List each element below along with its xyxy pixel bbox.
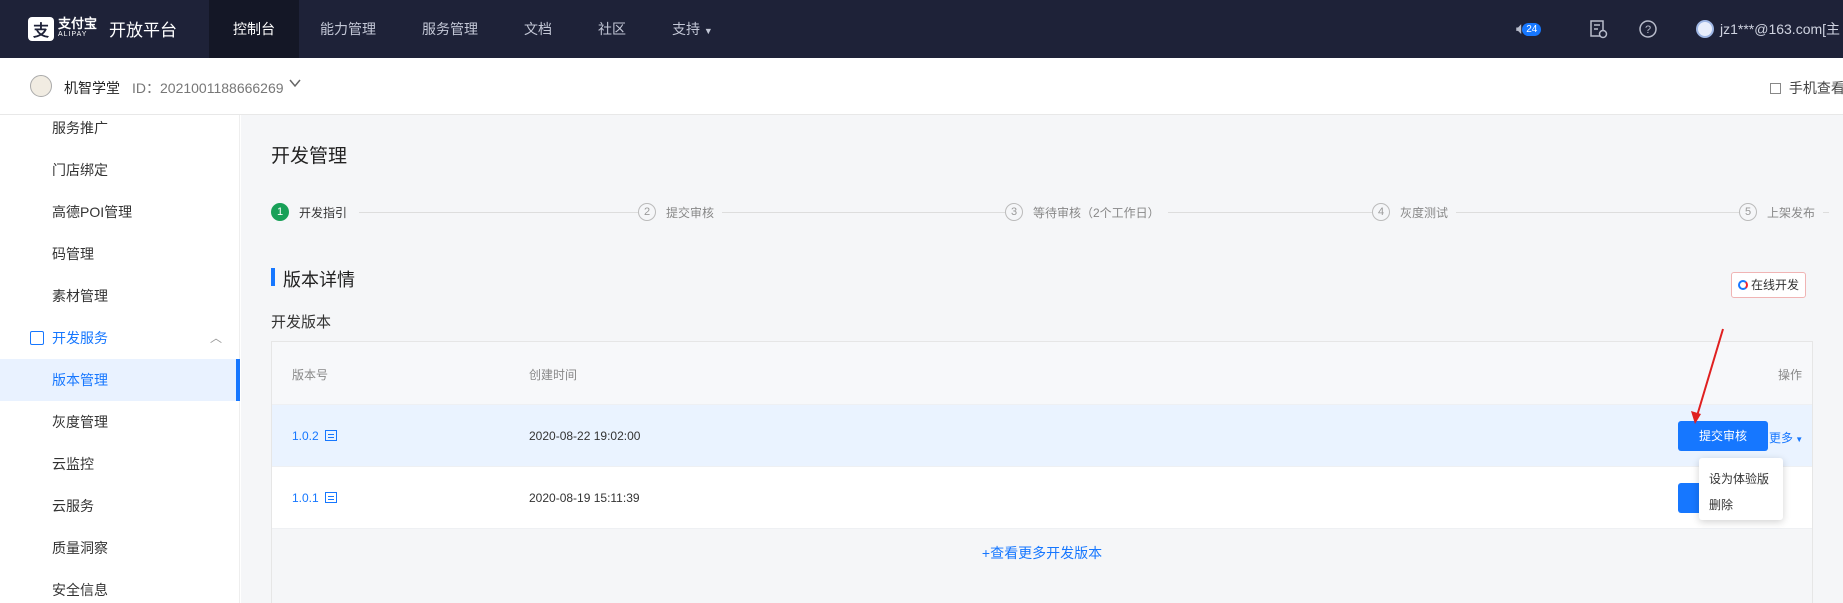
th-created: 创建时间 <box>529 368 578 382</box>
mobile-view-button[interactable]: 手机查看 <box>1770 78 1843 98</box>
nav-support-label: 支持 <box>672 21 700 37</box>
version-table: 版本号 创建时间 操作 1.0.2 2020-08-22 19:02:00 提交… <box>271 341 1813 603</box>
version-link[interactable]: 1.0.1 <box>292 491 337 505</box>
version-text: 1.0.1 <box>292 491 319 505</box>
alipay-logo-icon: 支 <box>28 16 54 41</box>
qrcode-icon <box>1770 83 1781 94</box>
menu-item-delete[interactable]: 删除 <box>1709 496 1733 513</box>
chevron-down-icon[interactable] <box>288 76 302 90</box>
sidebar-item-store-binding[interactable]: 门店绑定 <box>0 149 240 191</box>
task-button[interactable] <box>1588 0 1608 58</box>
table-row: 1.0.1 2020-08-19 15:11:39 提交审核 <box>272 466 1812 528</box>
sidebar-item-cloud-service[interactable]: 云服务 <box>0 485 240 527</box>
user-menu[interactable]: jz1***@163.com[主 <box>1696 0 1840 58</box>
alipay-logo[interactable]: 支 支付宝 ALIPAY 开放平台 <box>28 16 177 41</box>
user-email: jz1***@163.com[主 <box>1720 21 1841 37</box>
created-time: 2020-08-22 19:02:00 <box>529 429 641 443</box>
sidebar-item-version-manage[interactable]: 版本管理 <box>0 359 240 401</box>
th-action: 操作 <box>1778 368 1803 382</box>
mobile-view-label: 手机查看 <box>1788 80 1843 96</box>
step-label: 提交审核 <box>666 205 715 220</box>
section-title: 版本详情 <box>271 266 355 292</box>
version-link[interactable]: 1.0.2 <box>292 429 337 443</box>
table-header: 版本号 创建时间 操作 <box>272 342 1812 404</box>
nav-console[interactable]: 控制台 <box>209 0 299 58</box>
nav-capability[interactable]: 能力管理 <box>296 0 400 58</box>
notification-badge: 24 <box>1522 22 1542 36</box>
sidebar-item-material[interactable]: 素材管理 <box>0 275 240 317</box>
step-5: 5 上架发布 <box>1739 203 1824 221</box>
step-number: 1 <box>271 203 289 221</box>
menu-item-set-trial[interactable]: 设为体验版 <box>1709 470 1769 487</box>
sidebar-group-label: 开发服务 <box>52 330 108 346</box>
nav-docs[interactable]: 文档 <box>500 0 576 58</box>
online-dev-button[interactable]: 在线开发 <box>1731 272 1807 298</box>
view-more-versions-link[interactable]: +查看更多开发版本 <box>272 528 1812 603</box>
more-dropdown-menu: 设为体验版 删除 <box>1699 458 1783 520</box>
nav-service[interactable]: 服务管理 <box>398 0 502 58</box>
online-dev-label: 在线开发 <box>1751 278 1800 292</box>
created-time: 2020-08-19 15:11:39 <box>529 491 640 505</box>
sidebar-item-quality[interactable]: 质量洞察 <box>0 527 240 569</box>
notification-button[interactable]: 🔈︎ 24 <box>1516 0 1542 58</box>
step-2: 2 提交审核 <box>638 203 723 221</box>
step-number: 5 <box>1739 203 1757 221</box>
step-3: 3 等待审核（2个工作日） <box>1005 203 1168 221</box>
step-4: 4 灰度测试 <box>1372 203 1457 221</box>
more-label: 更多 <box>1769 431 1794 445</box>
nav-community[interactable]: 社区 <box>574 0 650 58</box>
sidebar: 服务推广 门店绑定 高德POI管理 码管理 素材管理 开发服务 ︿ 版本管理 灰… <box>0 115 240 603</box>
logo-en-text: ALIPAY <box>58 30 88 38</box>
svg-text:?: ? <box>1645 24 1651 36</box>
sidebar-group-dev-service[interactable]: 开发服务 ︿ <box>0 317 240 359</box>
step-1: 1 开发指引 <box>271 203 356 221</box>
step-label: 上架发布 <box>1767 205 1816 220</box>
caret-down-icon: ▼ <box>1793 435 1804 444</box>
document-icon <box>324 430 337 441</box>
sidebar-item-amap-poi[interactable]: 高德POI管理 <box>0 191 240 233</box>
nav-support[interactable]: 支持 ▼ <box>648 0 737 58</box>
app-header: 机智学堂 ID：2021001188666269 手机查看 <box>0 58 1843 115</box>
step-number: 4 <box>1372 203 1390 221</box>
sidebar-item-service-promo[interactable]: 服务推广 <box>0 107 240 149</box>
chevron-up-icon: ︿ <box>209 331 222 345</box>
dev-version-title: 开发版本 <box>271 314 332 331</box>
submit-review-button[interactable]: 提交审核 <box>1678 421 1768 451</box>
logo-cn-text: 支付宝 <box>58 15 98 31</box>
table-row: 1.0.2 2020-08-22 19:02:00 提交审核 更多 ▼ <box>272 404 1812 466</box>
caret-down-icon: ▼ <box>703 26 713 36</box>
sidebar-item-gray-manage[interactable]: 灰度管理 <box>0 401 240 443</box>
top-navbar: 支 支付宝 ALIPAY 开放平台 控制台 能力管理 服务管理 文档 社区 支持… <box>0 0 1843 58</box>
step-number: 3 <box>1005 203 1023 221</box>
version-text: 1.0.2 <box>292 429 319 443</box>
more-dropdown[interactable]: 更多 ▼ <box>1769 429 1803 446</box>
user-avatar <box>1696 20 1714 38</box>
app-name: 机智学堂 <box>64 80 120 96</box>
steps-bar: 1 开发指引 2 提交审核 3 等待审核（2个工作日） 4 灰度测试 5 上架发布 <box>271 203 1843 223</box>
task-list-icon <box>1590 20 1608 39</box>
th-version: 版本号 <box>292 368 329 382</box>
help-icon: ? <box>1639 20 1657 38</box>
help-button[interactable]: ? <box>1638 0 1658 58</box>
main-content: 开发管理 1 开发指引 2 提交审核 3 等待审核（2个工作日） 4 灰度测试 5 上架发… <box>241 115 1843 603</box>
platform-title: 开放平台 <box>109 21 178 40</box>
app-id: ID：2021001188666269 <box>132 80 284 96</box>
step-number: 2 <box>638 203 656 221</box>
document-icon <box>324 492 337 503</box>
sidebar-item-code-manage[interactable]: 码管理 <box>0 233 240 275</box>
online-dev-icon <box>1738 280 1748 290</box>
step-label: 灰度测试 <box>1400 205 1449 220</box>
app-logo <box>30 75 52 97</box>
sidebar-item-security[interactable]: 安全信息 <box>0 569 240 603</box>
code-icon <box>30 331 44 345</box>
sidebar-item-cloud-monitor[interactable]: 云监控 <box>0 443 240 485</box>
page-title: 开发管理 <box>271 146 348 167</box>
step-label: 开发指引 <box>299 205 348 220</box>
step-label: 等待审核（2个工作日） <box>1033 205 1160 220</box>
